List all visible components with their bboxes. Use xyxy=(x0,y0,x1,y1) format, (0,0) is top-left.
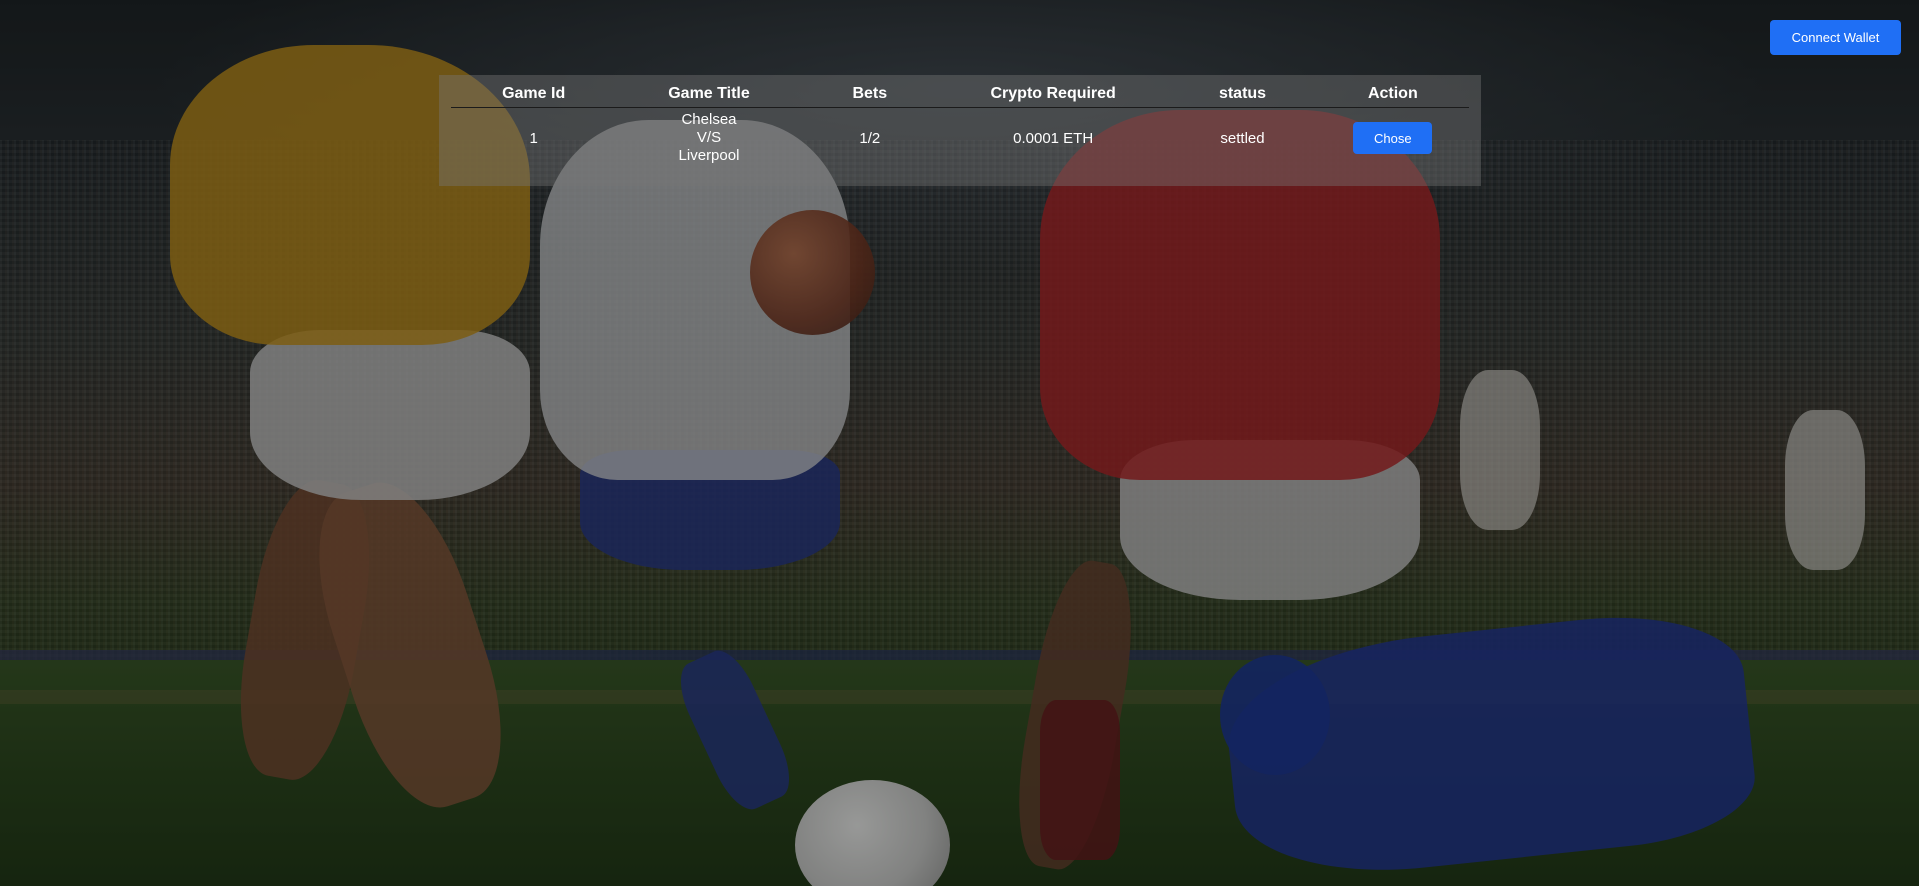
cell-bets: 1/2 xyxy=(859,129,881,147)
game-title-team-2: Liverpool xyxy=(678,147,740,164)
games-table-panel: Game Id Game Title Bets Crypto Required … xyxy=(439,75,1481,186)
game-title-team-1: Chelsea xyxy=(681,111,737,128)
column-header-crypto-required: Crypto Required xyxy=(937,85,1169,108)
page: Connect Wallet Game Id Game Title Bets C… xyxy=(0,0,1919,886)
cell-status: settled xyxy=(1220,129,1265,147)
table-header-row: Game Id Game Title Bets Crypto Required … xyxy=(451,85,1469,108)
cell-game-title: Chelsea V/S Liverpool xyxy=(616,108,801,166)
game-title-versus: V/S xyxy=(696,129,722,146)
column-header-game-id: Game Id xyxy=(451,85,617,108)
connect-wallet-button[interactable]: Connect Wallet xyxy=(1770,20,1901,55)
chose-game-button[interactable]: Chose xyxy=(1353,122,1433,154)
column-header-game-title: Game Title xyxy=(616,85,802,108)
cell-game-id: 1 xyxy=(529,129,538,147)
column-header-action: Action xyxy=(1316,85,1469,108)
cell-action: Chose xyxy=(1317,108,1469,166)
games-table: Game Id Game Title Bets Crypto Required … xyxy=(451,85,1469,165)
table-row: 1 Chelsea V/S Liverpool 1/2 0.0001 ETH s… xyxy=(451,108,1469,166)
column-header-status: status xyxy=(1168,85,1317,108)
column-header-bets: Bets xyxy=(801,85,938,108)
cell-crypto-required: 0.0001 ETH xyxy=(1013,129,1094,147)
